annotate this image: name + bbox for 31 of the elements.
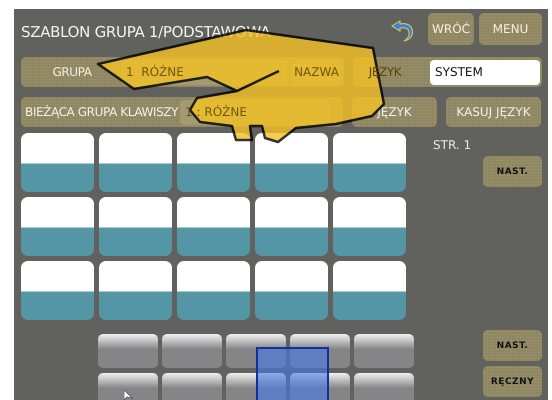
key-tile[interactable] [333,197,406,256]
key-tile[interactable] [177,197,250,256]
key-tile[interactable] [255,133,328,192]
keypad-key[interactable] [290,373,350,400]
key-tile[interactable] [333,261,406,320]
language-button[interactable]: KASUJ JĘZYK [446,97,541,127]
key-tile[interactable] [255,261,328,320]
group-label: GRUPA [51,65,93,79]
key-tile[interactable] [333,133,406,192]
current-group-label: BIEŻĄCA GRUPA KLAWISZY [24,105,180,119]
language-field[interactable]: SYSTEM [430,60,540,84]
page-label: STR. 1 [433,138,472,152]
side-button[interactable]: NAST. [483,330,542,361]
keypad-key[interactable] [290,334,350,368]
key-tile[interactable] [177,133,250,192]
key-tile[interactable] [177,261,250,320]
nav-button[interactable]: WRÓĆ [428,12,474,44]
key-tile[interactable] [99,197,172,256]
next-button[interactable]: NAST. [483,156,542,187]
key-tile[interactable] [21,133,94,192]
key-tile[interactable] [99,261,172,320]
key-tile[interactable] [99,133,172,192]
key-tile[interactable] [255,197,328,256]
side-button[interactable]: RĘCZNY [483,366,542,397]
key-tile[interactable] [21,197,94,256]
keypad-key[interactable] [226,334,286,368]
key-tile[interactable] [21,261,94,320]
nav-button[interactable]: MENU [479,12,542,44]
mouse-pointer-icon [124,390,134,400]
keypad-key[interactable] [226,373,286,400]
screen-title: SZABLON GRUPA 1/PODSTAWOWA [21,22,272,40]
